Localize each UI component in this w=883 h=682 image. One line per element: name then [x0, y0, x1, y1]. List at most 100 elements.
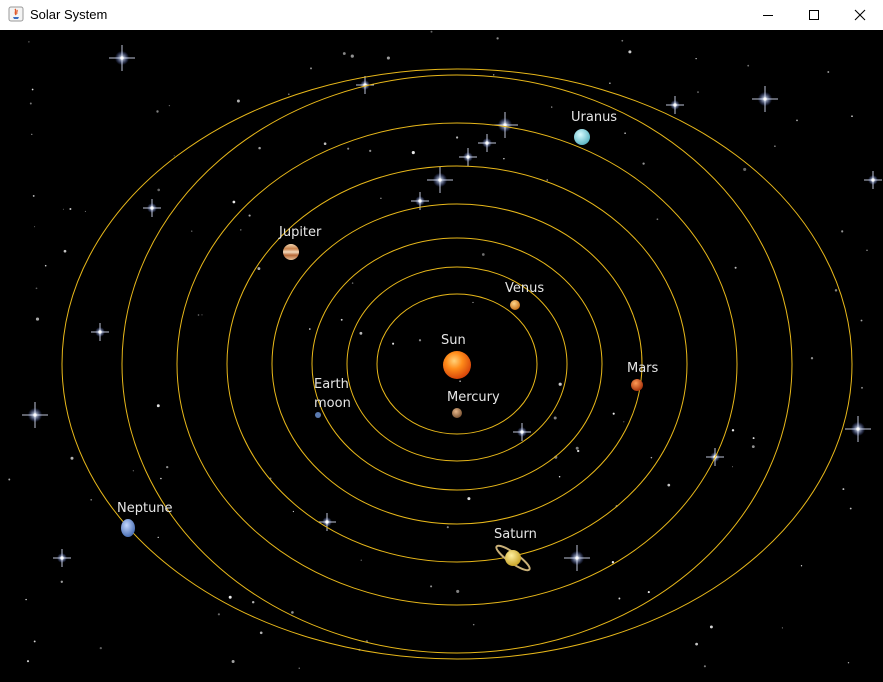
star — [44, 264, 47, 267]
bright-star — [91, 323, 109, 341]
star — [308, 328, 311, 330]
star — [430, 585, 433, 588]
star — [347, 147, 350, 150]
sun[interactable] — [443, 351, 471, 379]
bright-star — [478, 134, 496, 152]
star — [609, 82, 611, 84]
star — [60, 580, 63, 583]
star — [743, 167, 747, 171]
minimize-icon — [763, 15, 773, 16]
bright-star — [318, 513, 336, 531]
star — [248, 214, 251, 217]
star — [834, 289, 838, 292]
planet-mars[interactable] — [631, 379, 643, 391]
star — [70, 456, 74, 460]
star — [709, 625, 713, 629]
star — [732, 466, 733, 468]
bright-star — [427, 167, 453, 193]
star — [232, 200, 236, 204]
bright-star — [109, 45, 135, 71]
star — [553, 416, 557, 420]
star — [558, 382, 562, 386]
star — [611, 561, 615, 564]
star — [323, 142, 327, 145]
star — [386, 56, 390, 60]
star — [827, 71, 830, 73]
star — [90, 498, 93, 501]
star — [35, 317, 40, 321]
star — [392, 342, 395, 345]
star — [298, 667, 300, 669]
star — [781, 627, 783, 629]
star — [800, 565, 803, 567]
star — [173, 155, 175, 157]
star — [849, 507, 852, 510]
star — [33, 640, 36, 643]
star — [851, 115, 853, 117]
planet-jupiter[interactable] — [283, 244, 299, 260]
star — [695, 58, 697, 60]
bright-star — [864, 171, 882, 189]
bright-star — [666, 96, 684, 114]
star — [157, 536, 159, 539]
star — [472, 301, 474, 303]
maximize-button[interactable] — [791, 0, 837, 30]
star — [34, 226, 36, 228]
star — [496, 37, 499, 40]
bright-star — [752, 86, 778, 112]
planet-earth[interactable] — [315, 412, 321, 418]
star — [369, 149, 372, 153]
star — [861, 386, 863, 389]
bright-star — [845, 416, 871, 442]
java-app-icon — [8, 6, 24, 22]
star — [650, 456, 653, 459]
star — [258, 146, 261, 150]
star — [774, 145, 776, 147]
star — [168, 104, 171, 107]
planet-uranus[interactable] — [574, 129, 590, 145]
planet-neptune[interactable] — [121, 519, 135, 537]
star — [156, 110, 159, 113]
star — [360, 559, 362, 561]
star — [860, 319, 863, 322]
star — [697, 91, 699, 94]
mercury-label: Mercury — [447, 390, 500, 405]
close-icon — [854, 9, 866, 21]
planet-venus[interactable] — [510, 300, 520, 310]
star — [350, 54, 354, 58]
star — [156, 404, 160, 408]
minimize-button[interactable] — [745, 0, 791, 30]
star — [623, 421, 625, 423]
star — [31, 133, 33, 135]
bright-star — [22, 402, 48, 428]
star — [62, 208, 64, 210]
star — [35, 287, 38, 290]
star — [25, 598, 27, 601]
star — [31, 88, 34, 91]
planet-mercury[interactable] — [452, 408, 462, 418]
close-button[interactable] — [837, 0, 883, 30]
window-title: Solar System — [30, 7, 108, 22]
title-bar[interactable]: Solar System — [0, 0, 883, 30]
star — [503, 157, 505, 160]
moon-label: moon — [314, 396, 351, 411]
star — [747, 64, 750, 67]
star — [731, 429, 735, 432]
star — [618, 597, 621, 600]
star — [796, 119, 798, 122]
star — [810, 357, 814, 360]
star — [191, 230, 193, 232]
star — [446, 526, 449, 529]
star — [734, 266, 737, 269]
uranus-label: Uranus — [571, 110, 617, 125]
solar-system-canvas[interactable]: Sun Mercury Venus Earth moon Mars Jupite… — [0, 30, 883, 682]
star-field — [8, 30, 882, 669]
star — [29, 102, 32, 105]
star — [642, 162, 645, 165]
star — [751, 445, 755, 448]
bright-star — [143, 199, 161, 217]
star — [291, 611, 294, 614]
star — [240, 229, 242, 231]
bright-star — [564, 545, 590, 571]
planet-saturn[interactable] — [494, 542, 533, 573]
